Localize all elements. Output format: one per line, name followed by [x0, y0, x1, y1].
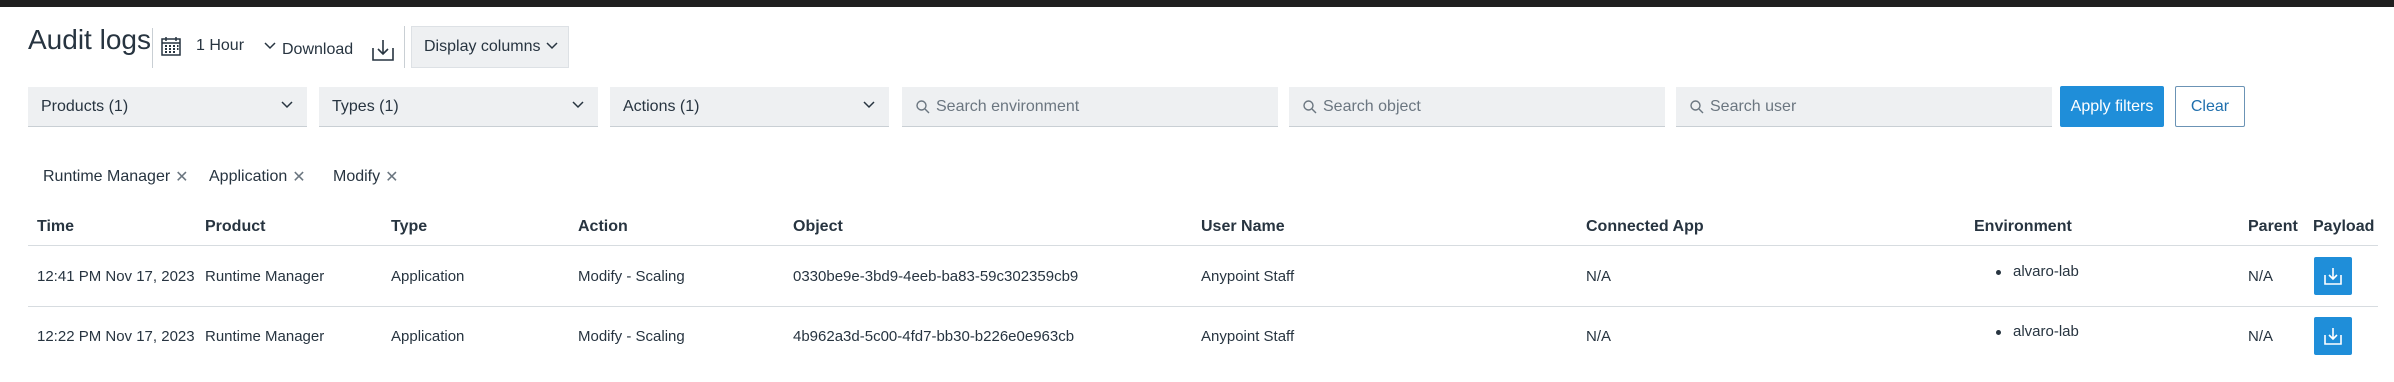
search-user-field[interactable]: [1676, 87, 2052, 127]
cell-action: Modify - Scaling: [578, 268, 685, 285]
cell-action: Modify - Scaling: [578, 328, 685, 345]
close-icon[interactable]: ✕: [175, 167, 188, 187]
products-filter-label: Products (1): [41, 97, 129, 115]
cell-object: 0330be9e-3bd9-4eeb-ba83-59c302359cb9: [793, 268, 1079, 285]
download-button[interactable]: Download: [282, 36, 397, 64]
column-header-time[interactable]: Time: [37, 218, 74, 236]
chevron-down-icon: [264, 42, 276, 50]
cell-environment: alvaro-lab: [1996, 263, 2079, 280]
chevron-down-icon: [863, 101, 875, 109]
search-user-input[interactable]: [1710, 97, 2050, 116]
time-range-label: 1 Hour: [196, 37, 245, 54]
chevron-down-icon: [546, 42, 558, 50]
column-header-user-name[interactable]: User Name: [1201, 218, 1285, 236]
column-header-environment[interactable]: Environment: [1974, 218, 2072, 236]
filter-chip: Runtime Manager ✕: [43, 167, 189, 187]
types-filter-dropdown[interactable]: Types (1): [319, 87, 598, 127]
types-filter-label: Types (1): [332, 97, 399, 115]
header-divider: [152, 28, 153, 68]
search-object-input[interactable]: [1323, 97, 1663, 116]
filter-chip-label: Application: [209, 168, 288, 185]
download-icon: [372, 40, 394, 61]
display-columns-select[interactable]: Display columns: [411, 26, 569, 68]
display-columns-label: Display columns: [424, 38, 541, 55]
cell-parent: N/A: [2248, 328, 2274, 345]
table-header-divider: [28, 245, 2378, 246]
filter-chip: Application ✕: [209, 167, 306, 187]
download-icon: [2324, 328, 2342, 345]
chevron-down-icon: [281, 101, 293, 109]
download-icon: [2324, 268, 2342, 285]
actions-filter-dropdown[interactable]: Actions (1): [610, 87, 889, 127]
cell-object: 4b962a3d-5c00-4fd7-bb30-b226e0e963cb: [793, 328, 1075, 345]
chevron-down-icon: [572, 101, 584, 109]
time-range-select[interactable]: 1 Hour: [160, 26, 276, 66]
close-icon[interactable]: ✕: [292, 167, 305, 187]
search-icon: [1303, 99, 1317, 113]
search-environment-input[interactable]: [936, 97, 1276, 116]
actions-filter-label: Actions (1): [623, 97, 700, 115]
download-payload-button[interactable]: [2314, 317, 2352, 355]
column-header-parent[interactable]: Parent: [2248, 218, 2298, 236]
header-divider: [404, 26, 405, 68]
column-header-object[interactable]: Object: [793, 218, 843, 236]
search-object-field[interactable]: [1289, 87, 1665, 127]
cell-environment: alvaro-lab: [1996, 323, 2079, 340]
row-divider: [28, 306, 2378, 307]
download-payload-button[interactable]: [2314, 257, 2352, 295]
cell-time: 12:22 PM Nov 17, 2023: [37, 328, 195, 345]
column-header-type[interactable]: Type: [391, 218, 427, 236]
column-header-payload[interactable]: Payload: [2313, 218, 2374, 236]
cell-type: Application: [391, 328, 465, 345]
close-icon[interactable]: ✕: [385, 167, 398, 187]
search-environment-field[interactable]: [902, 87, 1278, 127]
filter-chip-label: Modify: [333, 168, 381, 185]
filter-chip-label: Runtime Manager: [43, 168, 171, 185]
cell-product: Runtime Manager: [205, 328, 325, 345]
search-icon: [916, 99, 930, 113]
cell-connected-app: N/A: [1586, 268, 1612, 285]
search-icon: [1690, 99, 1704, 113]
filter-chip: Modify ✕: [333, 167, 399, 187]
cell-connected-app: N/A: [1586, 328, 1612, 345]
top-bar: [0, 0, 2394, 7]
clear-filters-button[interactable]: Clear: [2175, 86, 2245, 127]
column-header-product[interactable]: Product: [205, 218, 265, 236]
cell-user-name: Anypoint Staff: [1201, 328, 1295, 345]
page-title: Audit logs: [28, 24, 151, 55]
column-header-connected-app[interactable]: Connected App: [1586, 218, 1704, 236]
apply-filters-button[interactable]: Apply filters: [2060, 86, 2164, 127]
cell-type: Application: [391, 268, 465, 285]
cell-time: 12:41 PM Nov 17, 2023: [37, 268, 195, 285]
column-header-action[interactable]: Action: [578, 218, 628, 236]
download-label: Download: [282, 41, 354, 58]
products-filter-dropdown[interactable]: Products (1): [28, 87, 307, 127]
cell-user-name: Anypoint Staff: [1201, 268, 1295, 285]
cell-parent: N/A: [2248, 268, 2274, 285]
calendar-icon: [161, 37, 181, 56]
cell-product: Runtime Manager: [205, 268, 325, 285]
